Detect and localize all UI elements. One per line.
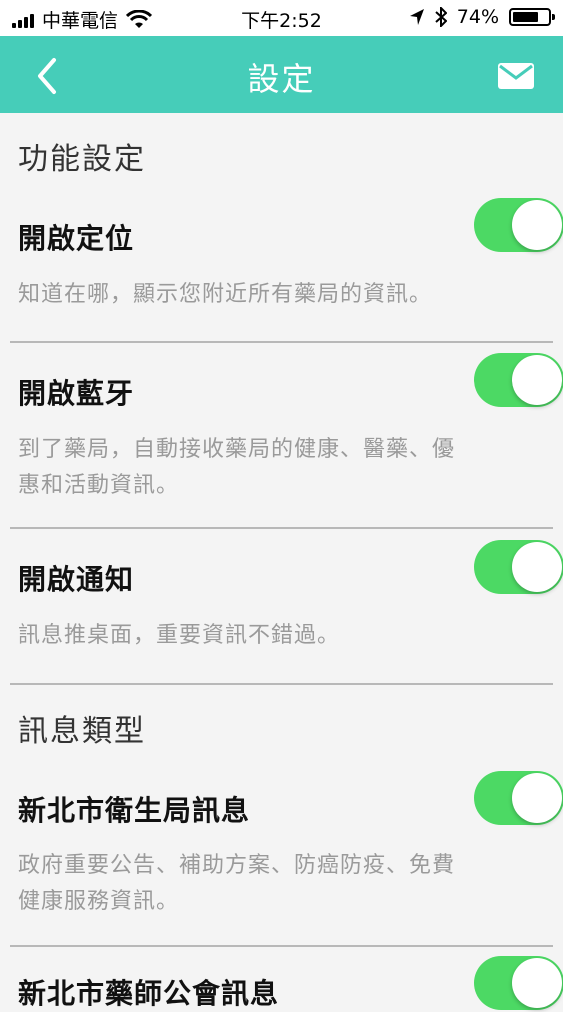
- status-right: 74%: [409, 6, 555, 28]
- toggle-notification[interactable]: [474, 540, 563, 594]
- setting-title-bluetooth: 開啟藍牙: [18, 377, 135, 410]
- setting-desc-bluetooth: 到了藥局，自動接收藥局的健康、醫藥、優 惠和活動資訊。: [18, 432, 538, 504]
- setting-desc-line: 健康服務資訊。: [18, 889, 180, 914]
- section-header-message-type: 訊息類型: [18, 714, 146, 749]
- toggle-location[interactable]: [474, 198, 563, 252]
- envelope-icon: [498, 63, 534, 89]
- signal-icon: [12, 12, 34, 28]
- bluetooth-icon: [435, 7, 447, 27]
- setting-title-pharmacist-association: 新北市藥師公會訊息: [18, 977, 280, 1010]
- carrier-label: 中華電信: [42, 10, 119, 32]
- divider: [10, 945, 553, 947]
- setting-desc-line: 到了藥局，自動接收藥局的健康、醫藥、優: [18, 437, 456, 462]
- toggle-knob: [512, 200, 562, 250]
- setting-desc-line: 政府重要公告、補助方案、防癌防疫、免費: [18, 853, 456, 878]
- mail-button[interactable]: [497, 62, 535, 90]
- setting-title-location: 開啟定位: [18, 222, 135, 255]
- battery-icon: [509, 8, 555, 26]
- divider: [10, 341, 553, 343]
- setting-desc-health-bureau: 政府重要公告、補助方案、防癌防疫、免費 健康服務資訊。: [18, 848, 538, 920]
- toggle-pharmacist-association[interactable]: [474, 956, 563, 1010]
- toggle-bluetooth[interactable]: [474, 353, 563, 407]
- divider: [10, 683, 553, 685]
- battery-fill: [513, 12, 538, 22]
- toggle-health-bureau[interactable]: [474, 771, 563, 825]
- setting-desc-location: 知道在哪，顯示您附近所有藥局的資訊。: [18, 282, 433, 307]
- status-left: 中華電信: [12, 6, 153, 33]
- toggle-knob: [512, 773, 562, 823]
- page-title: 設定: [247, 60, 316, 98]
- setting-title-health-bureau: 新北市衛生局訊息: [18, 794, 251, 827]
- status-bar: 中華電信 下午2:52 74%: [0, 0, 563, 36]
- toggle-knob: [512, 958, 562, 1008]
- setting-desc-line: 惠和活動資訊。: [18, 473, 180, 498]
- section-header-function: 功能設定: [18, 142, 146, 177]
- wifi-icon: [126, 9, 153, 28]
- nav-bar: 設定: [0, 36, 563, 113]
- battery-percent: 74%: [456, 6, 499, 28]
- setting-desc-notification: 訊息推桌面，重要資訊不錯過。: [18, 623, 341, 648]
- divider: [10, 527, 553, 529]
- location-arrow-icon: [409, 9, 424, 25]
- toggle-knob: [512, 355, 562, 405]
- toggle-knob: [512, 542, 562, 592]
- setting-title-notification: 開啟通知: [18, 563, 135, 596]
